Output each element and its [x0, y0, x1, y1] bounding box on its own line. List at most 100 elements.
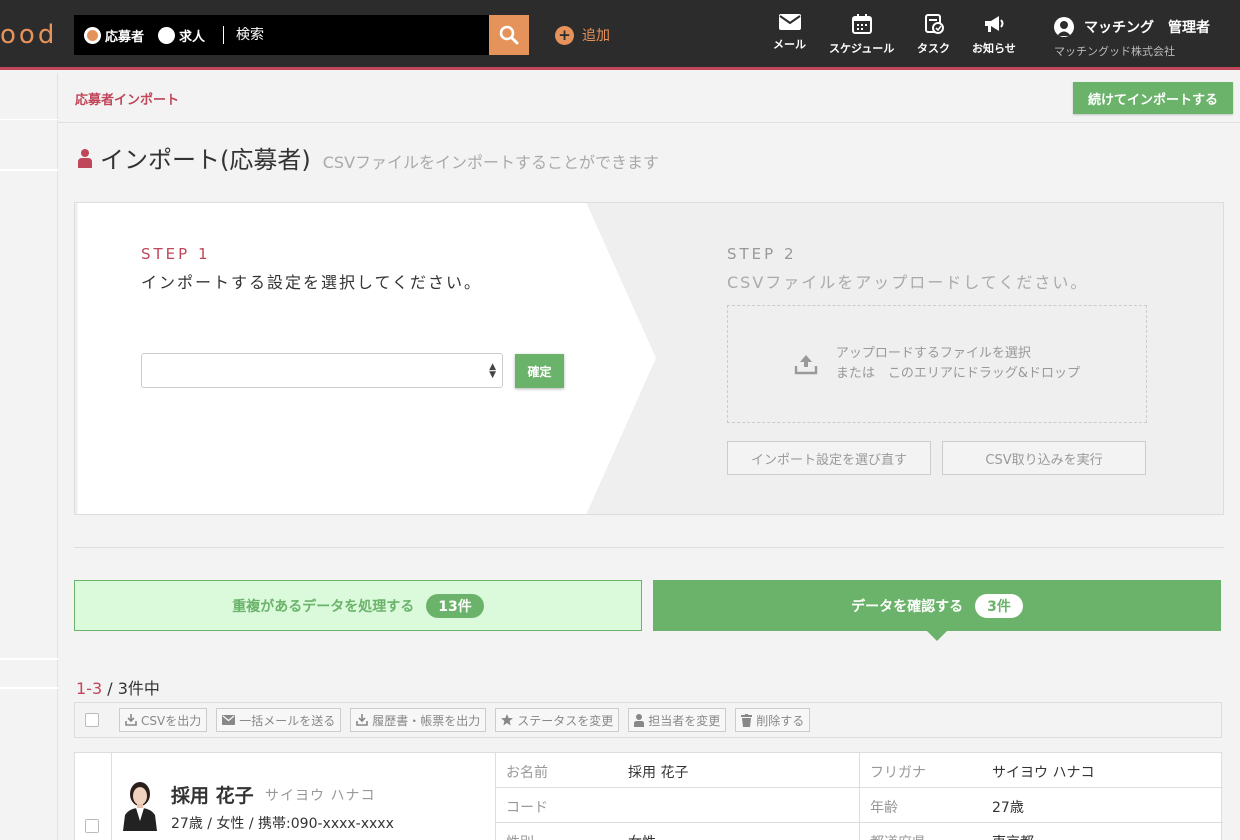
export-resume-button[interactable]: 履歴書・帳票を出力	[350, 708, 487, 732]
page-subtitle: CSVファイルをインポートすることができます	[322, 153, 660, 172]
search-divider	[223, 26, 225, 44]
confirm-button[interactable]: 確定	[515, 354, 564, 388]
reselect-setting-button[interactable]: インポート設定を選び直す	[727, 441, 931, 475]
applicant-name[interactable]: 採用 花子	[171, 781, 254, 808]
step1-description: インポートする設定を選択してください。	[141, 273, 483, 292]
nav-schedule[interactable]: スケジュール	[829, 14, 894, 56]
page-title-text: インポート(応募者)	[100, 146, 311, 174]
sidebar-divider	[0, 119, 58, 120]
user-menu[interactable]: マッチング 管理者 マッチングッド株式会社	[1054, 17, 1210, 59]
download-icon	[125, 714, 137, 726]
change-owner-label: 担当者を変更	[648, 713, 721, 728]
radio-dot	[158, 26, 176, 44]
app-logo[interactable]: ood	[0, 20, 57, 50]
field-row: お名前 採用 花子 フリガナ サイヨウ ハナコ	[496, 753, 1223, 788]
nav-schedule-label: スケジュール	[829, 42, 895, 55]
change-status-button[interactable]: ステータスを変更	[495, 708, 620, 732]
user-name: マッチング 管理者	[1084, 20, 1210, 36]
sidebar-divider	[0, 658, 58, 660]
add-button[interactable]: + 追加	[555, 25, 610, 45]
field-row: コード 年齢 27歳	[496, 788, 1223, 823]
export-resume-label: 履歴書・帳票を出力	[372, 713, 481, 728]
radio-applicant-label: 応募者	[105, 29, 145, 45]
change-owner-button[interactable]: 担当者を変更	[628, 708, 727, 732]
execute-import-button[interactable]: CSV取り込みを実行	[942, 441, 1146, 475]
tab-duplicates[interactable]: 重複があるデータを処理する 13件	[74, 580, 642, 631]
export-csv-button[interactable]: CSVを出力	[119, 708, 208, 732]
task-icon	[924, 14, 944, 34]
file-drop-zone[interactable]: アップロードするファイルを選択 または このエリアにドラッグ&ドロップ	[727, 305, 1147, 423]
applicant-kana: サイヨウ ハナコ	[265, 788, 376, 804]
radio-dot-selected	[84, 26, 101, 44]
field-label: フリガナ	[870, 765, 926, 781]
nav-notice[interactable]: お知らせ	[972, 14, 1016, 56]
search-button[interactable]	[489, 15, 529, 55]
select-arrows-icon: ▲ ▼	[489, 362, 496, 380]
radio-job[interactable]: 求人	[158, 26, 205, 45]
drop-line-1: アップロードするファイルを選択	[835, 346, 1031, 361]
megaphone-icon	[984, 16, 1004, 32]
field-label: 性別	[506, 832, 534, 840]
radio-applicant[interactable]: 応募者	[84, 26, 144, 45]
import-steps-panel: STEP 1 インポートする設定を選択してください。 ▲ ▼ 確定 STEP 2 …	[74, 202, 1224, 515]
user-avatar-icon	[1054, 17, 1074, 37]
applicant-record: 採用 花子 サイヨウ ハナコ 27歳 / 女性 / 携帯:090-xxxx-xx…	[74, 752, 1223, 840]
result-count: 1-3 / 3件中	[76, 675, 160, 699]
search-bar: 応募者 求人	[74, 15, 490, 55]
applicant-detail: 27歳 / 女性 / 携帯:090-xxxx-xxxx	[171, 816, 394, 832]
mail-icon	[778, 14, 801, 30]
field-value: 27歳	[992, 800, 1024, 816]
star-icon	[501, 714, 514, 726]
step1-label: STEP 1	[141, 245, 211, 263]
tab-confirm-count: 3件	[975, 593, 1023, 618]
plus-circle-icon: +	[555, 25, 574, 45]
field-label: お名前	[506, 765, 548, 781]
person-icon	[634, 713, 645, 727]
export-csv-label: CSVを出力	[141, 713, 202, 728]
step2-label: STEP 2	[727, 245, 797, 263]
field-value: 東京都	[992, 832, 1034, 840]
search-icon	[499, 25, 519, 45]
upload-icon	[794, 355, 818, 375]
sidebar-divider	[0, 169, 58, 171]
search-input[interactable]	[236, 27, 477, 43]
column-divider	[111, 753, 112, 840]
sub-header: 応募者インポート 続けてインポートする	[58, 73, 1240, 123]
delete-label: 削除する	[756, 713, 805, 728]
tab-duplicates-count: 13件	[426, 593, 484, 618]
nav-task-label: タスク	[917, 42, 950, 55]
bulk-action-toolbar: CSVを出力 一括メールを送る 履歴書・帳票を出力 ステータスを変更 担当者を変…	[74, 702, 1222, 738]
delete-button[interactable]: 削除する	[735, 708, 811, 732]
mail-icon	[222, 715, 236, 725]
record-checkbox[interactable]	[85, 819, 99, 833]
nav-task[interactable]: タスク	[917, 14, 950, 56]
import-setting-select[interactable]: ▲ ▼	[141, 353, 503, 388]
field-value: 女性	[628, 832, 656, 840]
bulk-mail-button[interactable]: 一括メールを送る	[216, 708, 342, 732]
drop-line-2: または このエリアにドラッグ&ドロップ	[835, 366, 1081, 381]
tab-confirm-data[interactable]: データを確認する 3件	[653, 580, 1221, 641]
download-icon	[356, 714, 369, 726]
top-header: ood 応募者 求人 + 追加 メール スケジュール タスク お知らせ	[0, 0, 1240, 70]
step2-description: CSVファイルをアップロードしてください。	[727, 273, 1089, 292]
result-total: / 3件中	[102, 679, 160, 698]
applicant-photo	[121, 777, 159, 831]
nav-notice-label: お知らせ	[972, 42, 1016, 55]
result-range: 1-3	[76, 679, 103, 698]
continue-import-button[interactable]: 続けてインポートする	[1073, 82, 1233, 114]
person-icon	[78, 149, 92, 168]
field-label: 年齢	[870, 800, 898, 816]
tab-confirm-label: データを確認する	[851, 598, 964, 615]
select-all-checkbox[interactable]	[85, 713, 99, 727]
bulk-mail-label: 一括メールを送る	[239, 713, 336, 728]
left-sidebar	[0, 73, 58, 840]
nav-mail[interactable]: メール	[773, 14, 806, 52]
tab-duplicates-label: 重複があるデータを処理する	[232, 598, 415, 615]
field-value: 採用 花子	[628, 765, 689, 781]
add-label: 追加	[582, 28, 610, 44]
active-tab-pointer	[927, 631, 947, 641]
field-label: 都道府県	[870, 832, 926, 840]
breadcrumb[interactable]: 応募者インポート	[75, 89, 179, 108]
radio-job-label: 求人	[179, 29, 206, 45]
page-title: インポート(応募者) CSVファイルをインポートすることができます	[78, 140, 659, 175]
